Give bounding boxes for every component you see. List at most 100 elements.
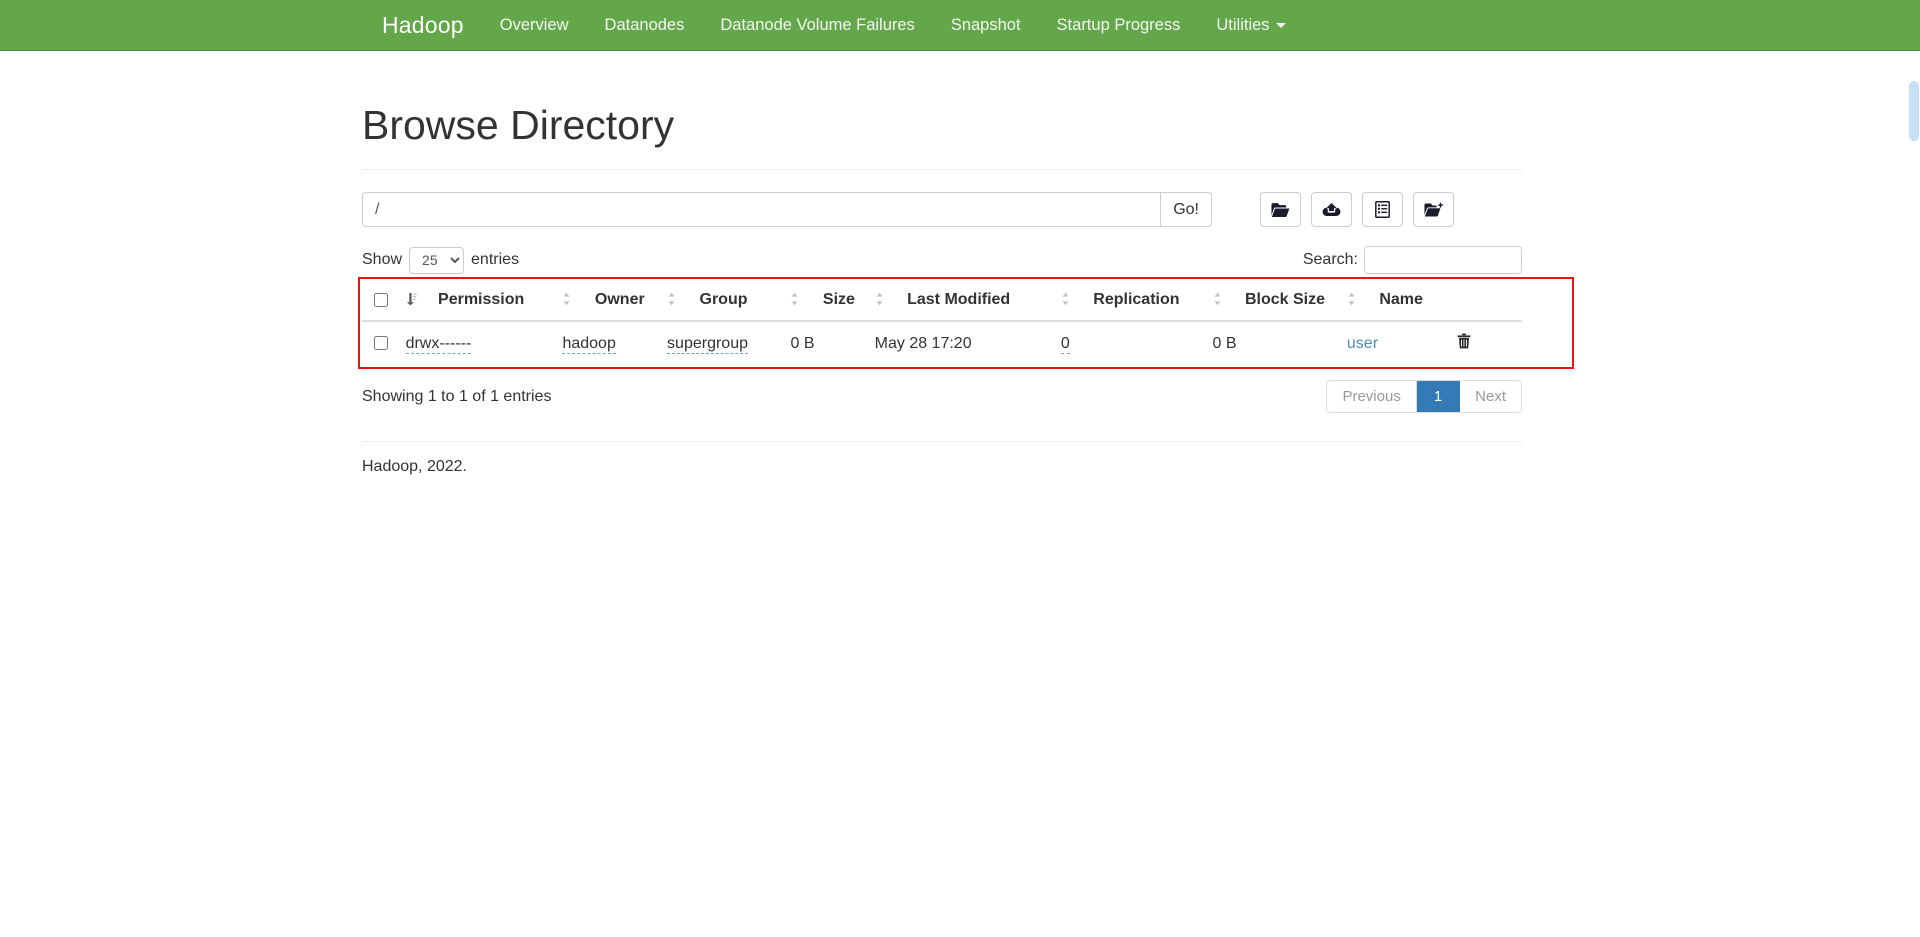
cell-block-size: 0 B — [1204, 321, 1339, 367]
open-folder-icon-button[interactable] — [1260, 192, 1301, 228]
chevron-down-icon — [1275, 23, 1286, 29]
nav-label: Datanode Volume Failures — [720, 16, 915, 34]
title-divider — [362, 169, 1522, 171]
clipboard-list-icon-button[interactable] — [1362, 192, 1403, 228]
group-editable[interactable]: supergroup — [667, 334, 748, 354]
column-header-size[interactable]: Size — [782, 282, 867, 323]
go-button[interactable]: Go! — [1160, 192, 1212, 228]
table-info: Showing 1 to 1 of 1 entries — [362, 387, 552, 405]
nav-item-overview[interactable]: Overview — [482, 0, 587, 50]
nav-item-datanodes[interactable]: Datanodes — [587, 0, 703, 50]
pagination-next[interactable]: Next — [1460, 381, 1521, 413]
search-label: Search: — [1302, 251, 1358, 269]
directory-link[interactable]: user — [1347, 335, 1378, 352]
select-all-checkbox[interactable] — [374, 292, 388, 307]
new-folder-icon-button[interactable] — [1413, 192, 1454, 228]
table-footer: Showing 1 to 1 of 1 entries Previous 1 N… — [362, 380, 1522, 414]
cell-group: supergroup — [659, 321, 783, 367]
column-label: Group — [699, 291, 748, 309]
clipboard-list-icon — [1375, 201, 1390, 219]
table-header-row: Permission Owner Group Size Last Modifie… — [362, 282, 1522, 323]
files-table-head: Permission Owner Group Size Last Modifie… — [362, 282, 1522, 323]
replication-editable[interactable]: 0 — [1060, 334, 1070, 354]
page-scrollbar[interactable] — [1905, 51, 1920, 937]
permission-editable[interactable]: drwx------ — [405, 334, 472, 354]
nav-item-datanode-volume-failures[interactable]: Datanode Volume Failures — [702, 0, 932, 50]
column-label: Size — [822, 291, 855, 309]
sort-both-icon — [562, 292, 574, 306]
sort-both-icon — [1061, 292, 1073, 306]
column-label: Replication — [1093, 291, 1180, 309]
row-select-cell[interactable] — [362, 321, 398, 367]
trash-icon — [1457, 333, 1471, 352]
path-input-group: Go! — [362, 192, 1212, 228]
path-action-buttons — [1260, 192, 1454, 228]
sort-both-icon — [790, 292, 802, 306]
pagination-page-1[interactable]: 1 — [1416, 381, 1461, 413]
nav-label: Datanodes — [604, 16, 685, 34]
sort-both-icon — [1213, 292, 1225, 306]
entries-label: entries — [471, 251, 520, 269]
pagination-previous[interactable]: Previous — [1327, 381, 1417, 413]
column-header-group[interactable]: Group — [659, 282, 783, 323]
column-header-name[interactable]: Name — [1338, 282, 1449, 323]
nav-item-snapshot[interactable]: Snapshot — [933, 0, 1039, 50]
files-table-wrapper: Permission Owner Group Size Last Modifie… — [358, 277, 1574, 370]
nav-label: Snapshot — [950, 16, 1021, 34]
nav-label: Overview — [499, 16, 569, 34]
search-input[interactable] — [1364, 246, 1522, 275]
cloud-upload-icon — [1322, 202, 1341, 218]
entries-per-page-select[interactable]: 25 50 100 — [409, 246, 465, 274]
new-folder-icon — [1423, 202, 1444, 218]
column-label: Block Size — [1244, 291, 1325, 309]
nav-item-utilities[interactable]: Utilities — [1198, 0, 1303, 50]
delete-row-button[interactable] — [1457, 333, 1471, 349]
column-label: Permission — [438, 291, 525, 309]
scrollbar-thumb[interactable] — [1909, 81, 1919, 141]
column-header-select-all[interactable] — [362, 282, 398, 323]
table-row[interactable]: drwx------ hadoop supergroup 0 B May 28 … — [362, 321, 1522, 367]
sort-both-icon — [1347, 292, 1359, 306]
directory-path-input[interactable] — [362, 192, 1161, 228]
files-table-body: drwx------ hadoop supergroup 0 B May 28 … — [362, 321, 1522, 367]
column-header-block-size[interactable]: Block Size — [1204, 282, 1339, 323]
page-footer: Hadoop, 2022. — [362, 458, 467, 476]
main-navbar: Hadoop Overview Datanodes Datanode Volum… — [0, 0, 1920, 51]
column-header-replication[interactable]: Replication — [1052, 282, 1205, 323]
path-toolbar: Go! — [362, 192, 1522, 228]
sort-both-icon — [875, 292, 887, 306]
navbar-links: Overview Datanodes Datanode Volume Failu… — [482, 0, 1304, 50]
nav-label: Startup Progress — [1056, 16, 1181, 34]
owner-editable[interactable]: hadoop — [562, 334, 616, 354]
column-header-actions — [1448, 282, 1522, 323]
table-controls: Show 25 50 100 entries Search: — [362, 246, 1522, 275]
files-table: Permission Owner Group Size Last Modifie… — [362, 282, 1522, 367]
cell-last-modified: May 28 17:20 — [866, 321, 1053, 367]
pagination: Previous 1 Next — [1326, 380, 1522, 414]
nav-item-startup-progress[interactable]: Startup Progress — [1039, 0, 1199, 50]
nav-label: Utilities — [1216, 16, 1270, 34]
cell-name: user — [1338, 321, 1449, 367]
page-title: Browse Directory — [362, 102, 675, 148]
column-header-last-modified[interactable]: Last Modified — [866, 282, 1053, 323]
open-folder-icon — [1271, 202, 1290, 218]
column-header-owner[interactable]: Owner — [554, 282, 660, 323]
sort-desc-icon — [406, 292, 418, 306]
cloud-upload-icon-button[interactable] — [1311, 192, 1352, 228]
column-header-permission[interactable]: Permission — [397, 282, 555, 323]
cell-size: 0 B — [782, 321, 867, 367]
main-container: Browse Directory Go! — [358, 102, 1574, 476]
cell-actions — [1448, 321, 1522, 367]
show-label: Show — [362, 251, 403, 269]
column-label: Last Modified — [907, 291, 1011, 309]
navbar-brand[interactable]: Hadoop — [382, 0, 482, 50]
column-label: Owner — [594, 291, 645, 309]
search-filter-control: Search: — [1302, 246, 1522, 275]
cell-replication: 0 — [1052, 321, 1205, 367]
cell-permission: drwx------ — [397, 321, 555, 367]
sort-both-icon — [667, 292, 679, 306]
entries-length-control: Show 25 50 100 entries — [362, 246, 520, 274]
column-label: Name — [1379, 291, 1423, 309]
row-select-checkbox[interactable] — [374, 336, 388, 351]
cell-owner: hadoop — [554, 321, 660, 367]
